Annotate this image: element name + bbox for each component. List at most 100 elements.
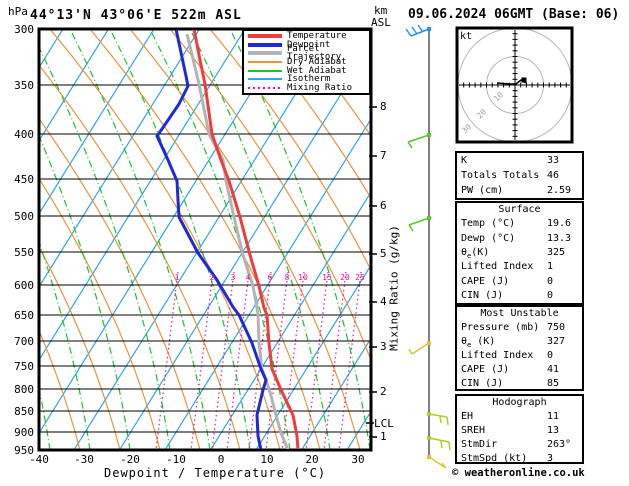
row-label: Temp (°C) bbox=[461, 218, 516, 230]
pressure-tick-label: 300 bbox=[14, 23, 34, 36]
parcel-curve bbox=[185, 33, 290, 449]
row-label: Totals Totals bbox=[461, 169, 540, 181]
legend-item-dry-adiabat: Dry Adiabat bbox=[244, 57, 369, 66]
mixing-ratio-value-label: 10 bbox=[298, 273, 308, 282]
mixing-ratio-value-label: 25 bbox=[355, 273, 365, 282]
wind-barb bbox=[427, 412, 449, 426]
mixing-ratio-value-label: 1 bbox=[174, 273, 180, 282]
table-row: Dewp (°C) 13.3 bbox=[457, 232, 582, 246]
table-row: PW (cm) 2.59 bbox=[457, 184, 582, 198]
row-value: 41 bbox=[547, 364, 560, 375]
temp-tick-label: 0 bbox=[217, 453, 225, 466]
pressure-tick-label: 500 bbox=[14, 210, 34, 223]
row-value: 0 bbox=[547, 289, 554, 301]
row-value: 0 bbox=[547, 275, 554, 287]
temp-tick-label: 20 bbox=[305, 453, 319, 466]
wind-barb bbox=[408, 341, 431, 355]
hodograph-ring-label: 30 bbox=[460, 122, 473, 135]
table-row: Lifted Index 0 bbox=[457, 349, 582, 363]
wind-barb bbox=[408, 216, 431, 232]
row-value: 3 bbox=[547, 453, 554, 464]
hodograph-storm-marker bbox=[521, 77, 527, 83]
pressure-tick-label: 650 bbox=[14, 309, 34, 322]
pressure-tick-label: 350 bbox=[14, 79, 34, 92]
km-tick-label: 6 bbox=[380, 199, 387, 212]
table-row: EH 11 bbox=[457, 410, 582, 424]
row-value: 325 bbox=[547, 246, 566, 258]
row-label: CIN (J) bbox=[461, 289, 504, 301]
row-value: 33 bbox=[547, 154, 560, 166]
mixing-ratio-value-label: 20 bbox=[340, 273, 350, 282]
dry-adiabat-line-swatch bbox=[248, 60, 282, 63]
legend-item-mixing-ratio: Mixing Ratio bbox=[244, 82, 369, 93]
mixing-ratio-value-label: 3 bbox=[230, 273, 236, 282]
row-value: 2.59 bbox=[547, 184, 572, 196]
km-tick-label: 4 bbox=[380, 295, 387, 308]
km-tick-label: 7 bbox=[380, 149, 387, 162]
table-row: SREH 13 bbox=[457, 424, 582, 438]
table-row: CIN (J) 0 bbox=[457, 289, 582, 303]
row-label: θe(K) bbox=[461, 246, 490, 260]
row-label: StmSpd (kt) bbox=[461, 453, 528, 464]
isotherm-line bbox=[40, 30, 246, 360]
mixing-ratio-value-label: 15 bbox=[322, 273, 332, 282]
row-label: θe (K) bbox=[461, 336, 496, 349]
row-value: 11 bbox=[547, 411, 560, 422]
row-value: 0 bbox=[547, 350, 554, 361]
wind-barb bbox=[427, 436, 451, 451]
hodograph-ring-label: 20 bbox=[475, 107, 488, 120]
temp-tick-label: 10 bbox=[260, 453, 274, 466]
row-label: StmDir bbox=[461, 439, 498, 450]
hodograph-panel: 10203040 bbox=[455, 26, 574, 144]
temp-tick-label: -30 bbox=[74, 453, 94, 466]
temp-tick-label: 30 bbox=[351, 453, 365, 466]
dewpoint-line-swatch bbox=[248, 42, 282, 47]
hodograph-table: Hodograph EH 11 SREH 13 StmDir 263° StmSpd … bbox=[455, 394, 584, 464]
row-value: 750 bbox=[547, 322, 566, 333]
table-section-title: Surface bbox=[498, 204, 541, 216]
table-section-title: Hodograph bbox=[492, 397, 547, 408]
mixing-ratio-line bbox=[305, 271, 329, 449]
table-row: θe(K) 325 bbox=[457, 246, 582, 260]
mixing-ratio-value-label: 6 bbox=[267, 273, 273, 282]
mixing-ratio-value-label: 8 bbox=[284, 273, 290, 282]
km-tick-label: 2 bbox=[380, 385, 387, 398]
km-tick-label: 8 bbox=[380, 100, 387, 113]
legend-label: Isotherm bbox=[287, 74, 331, 85]
table-row: CAPE (J) 41 bbox=[457, 363, 582, 377]
mixing-ratio-line bbox=[211, 271, 235, 449]
mixing-ratio-line bbox=[226, 271, 250, 449]
table-row: StmSpd (kt) 3 bbox=[457, 452, 582, 466]
row-label: CIN (J) bbox=[461, 378, 504, 389]
pressure-tick-label: 450 bbox=[14, 173, 34, 186]
table-row: Totals Totals 46 bbox=[457, 169, 582, 183]
isotherm-line-swatch bbox=[248, 78, 282, 81]
mixing-ratio-line bbox=[281, 271, 305, 449]
most-unstable-table: Most Unstable Pressure (mb) 750 θe (K) 327… bbox=[455, 305, 584, 391]
mixing-ratio-value-label: 2 bbox=[209, 273, 215, 282]
pressure-tick-label: 750 bbox=[14, 360, 34, 373]
row-value: 19.6 bbox=[547, 218, 572, 230]
pressure-tick-label: 850 bbox=[14, 405, 34, 418]
skewt-screenshot: { "header": { "station_label": "44°13'N … bbox=[0, 0, 629, 486]
row-label: Lifted Index bbox=[461, 261, 534, 273]
row-value: 46 bbox=[547, 169, 560, 181]
row-label: CAPE (J) bbox=[461, 275, 510, 287]
legend-item-isotherm: Isotherm bbox=[244, 74, 369, 85]
wet-adiabat-line-swatch bbox=[248, 69, 282, 72]
table-row: CIN (J) 85 bbox=[457, 377, 582, 391]
row-label: Pressure (mb) bbox=[461, 322, 540, 333]
row-label: SREH bbox=[461, 425, 486, 436]
km-tick-label: 3 bbox=[380, 340, 387, 353]
surface-table: Surface Temp (°C) 19.6 Dewp (°C) 13.3 θe(K… bbox=[455, 201, 584, 305]
pressure-tick-label: 900 bbox=[14, 426, 34, 439]
row-label: PW (cm) bbox=[461, 184, 504, 196]
row-label: Dewp (°C) bbox=[461, 232, 516, 244]
temperature-line-swatch bbox=[248, 34, 282, 39]
km-tick-label: 5 bbox=[380, 247, 387, 260]
temp-tick-label: -20 bbox=[120, 453, 140, 466]
km-tick-label: 1 bbox=[380, 430, 387, 443]
mixing-ratio-line-swatch bbox=[248, 86, 282, 89]
table-row: K 33 bbox=[457, 154, 582, 168]
legend-label: Mixing Ratio bbox=[287, 82, 353, 93]
